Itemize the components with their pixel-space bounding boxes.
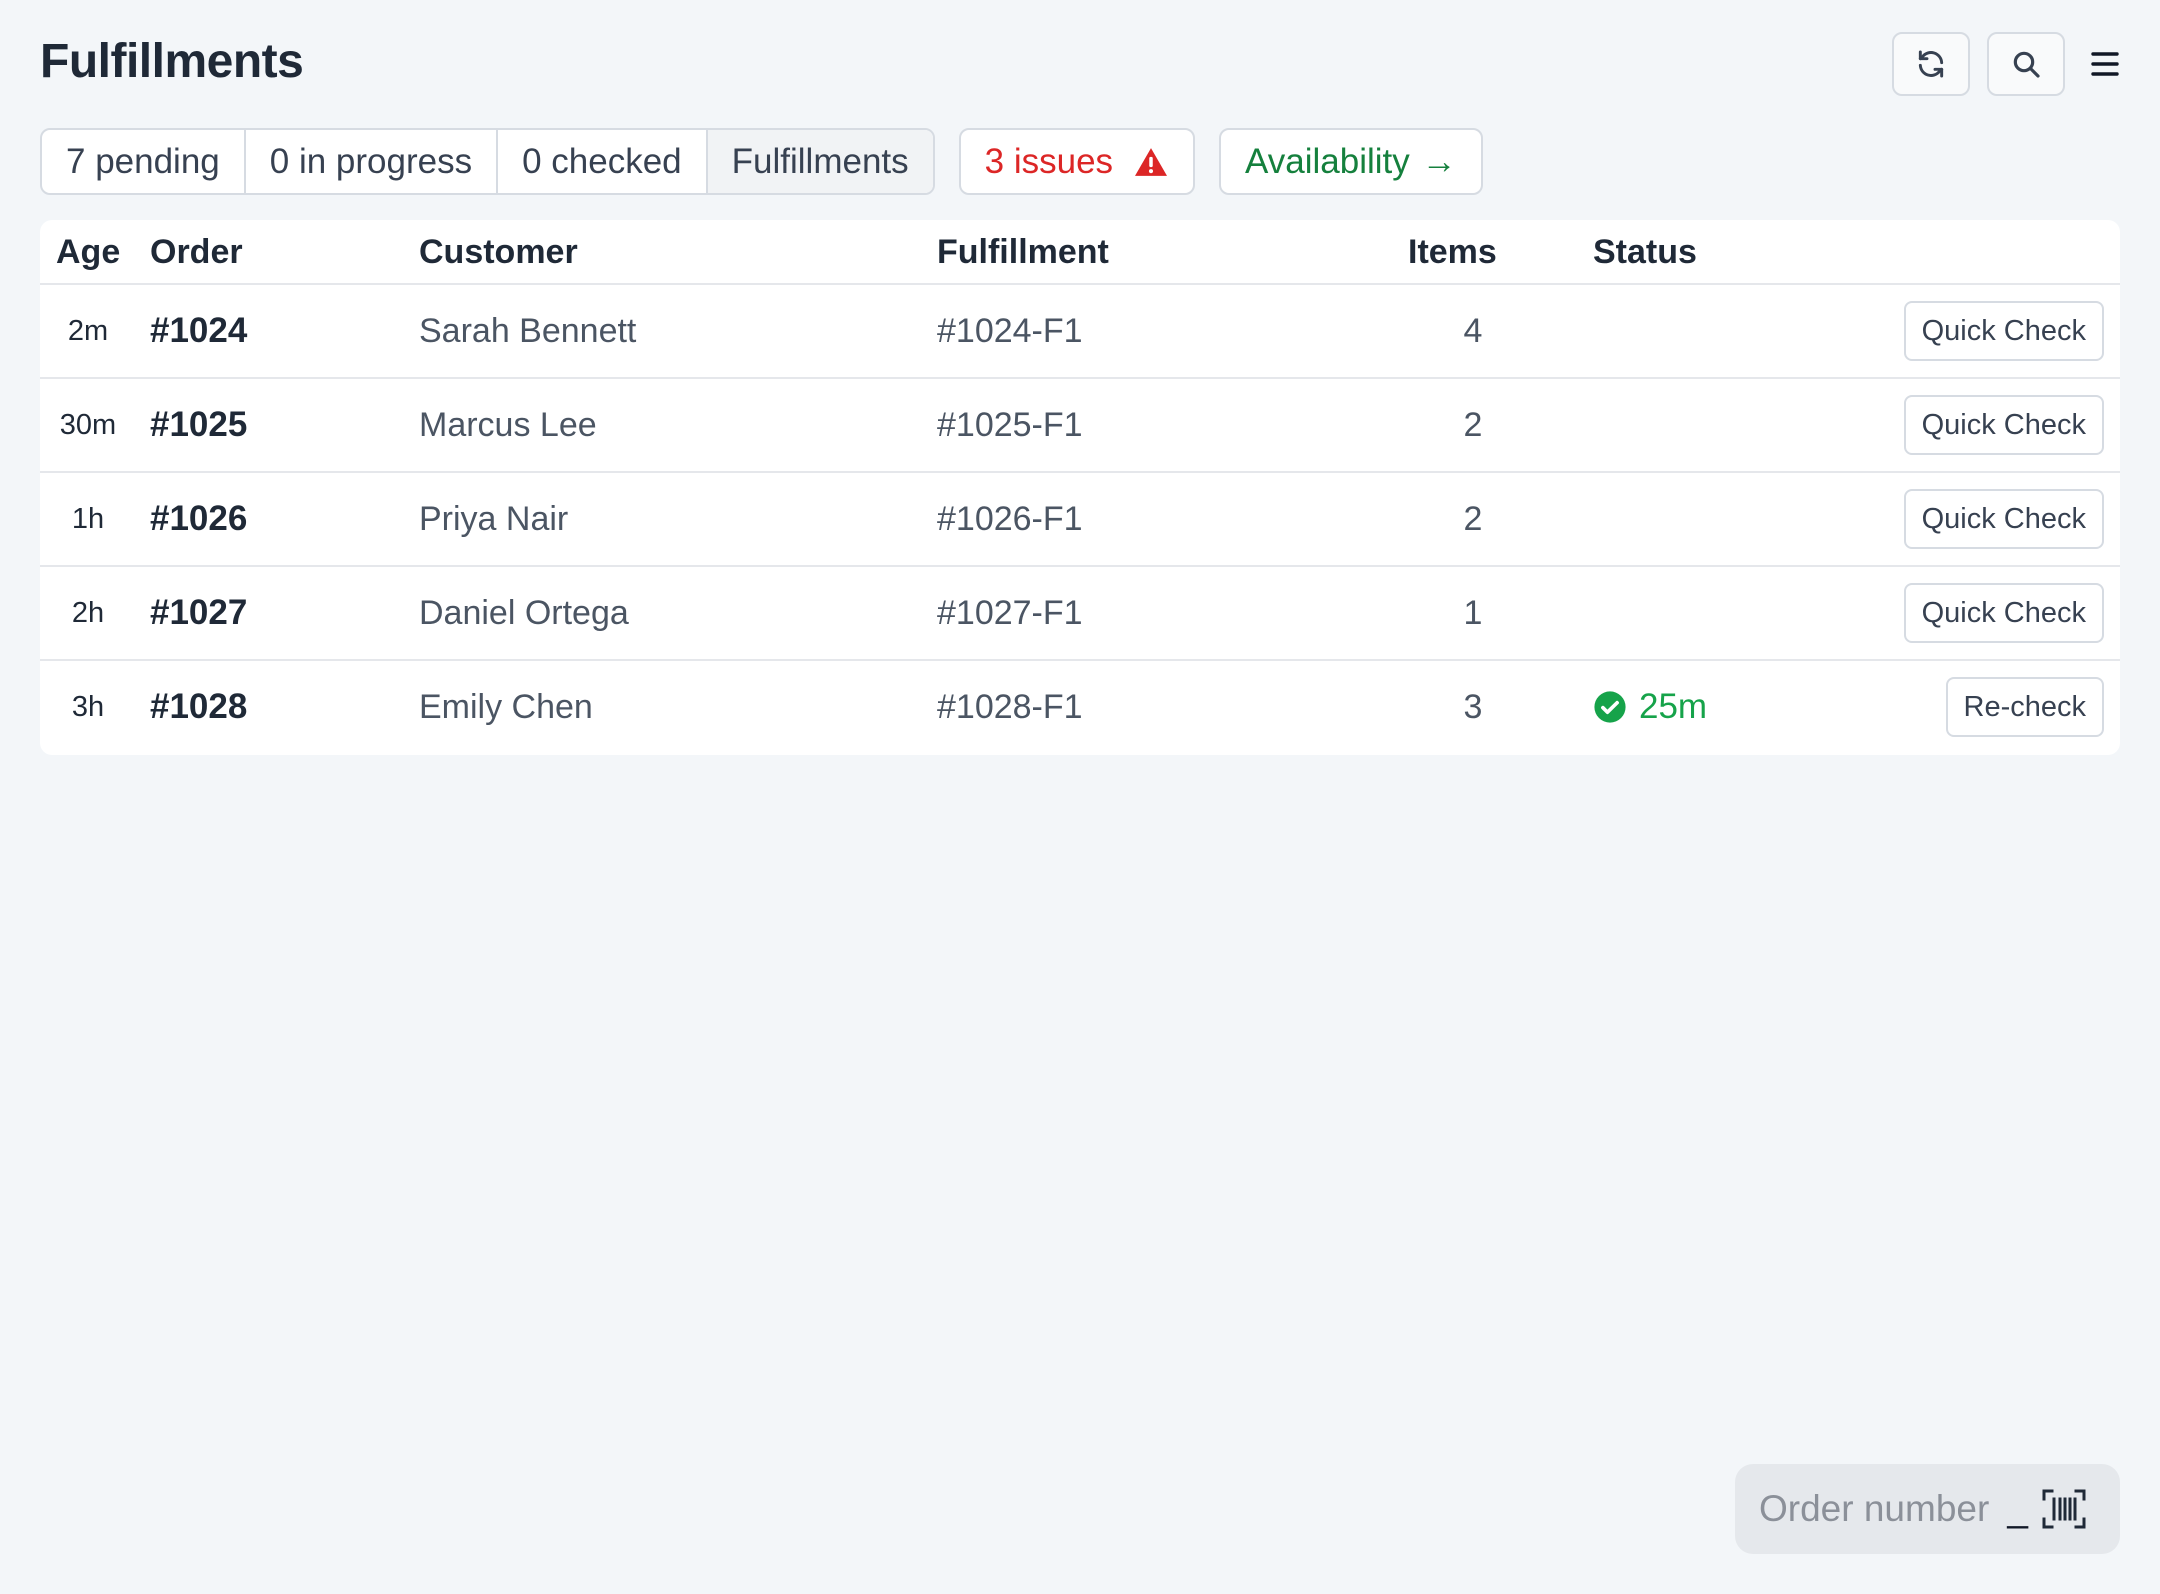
row-fulfillment: #1027-F1 <box>937 593 1083 632</box>
table-row[interactable]: 2h #1027 Daniel Ortega #1027-F1 1 Quick … <box>40 567 2120 661</box>
re-check-button[interactable]: Re-check <box>1945 677 2104 737</box>
segment-in-progress[interactable]: 0 in progress <box>246 130 499 193</box>
menu-button[interactable] <box>2082 32 2128 96</box>
table-header: Age Order Customer Fulfillment Items Sta… <box>40 220 2120 285</box>
column-status: Status <box>1593 233 1697 271</box>
refresh-button[interactable] <box>1892 32 1970 96</box>
availability-label: Availability <box>1245 141 1410 181</box>
table-row[interactable]: 2m #1024 Sarah Bennett #1024-F1 4 Quick … <box>40 285 2120 379</box>
row-action: Quick Check <box>1903 379 2104 471</box>
row-items: 1 <box>1463 593 1483 632</box>
row-action: Re-check <box>1945 661 2104 753</box>
row-age: 30m <box>59 408 117 441</box>
row-customer: Daniel Ortega <box>419 593 629 632</box>
page-title: Fulfillments <box>40 35 304 88</box>
row-age: 3h <box>71 690 105 723</box>
row-customer: Emily Chen <box>419 687 593 726</box>
arrow-right-icon: → <box>1421 141 1457 181</box>
row-age: 2h <box>71 596 105 629</box>
segment-checked[interactable]: 0 checked <box>498 130 708 193</box>
row-age: 1h <box>71 502 105 535</box>
row-items: 4 <box>1463 311 1483 350</box>
quick-check-button[interactable]: Quick Check <box>1903 301 2104 361</box>
row-fulfillment: #1025-F1 <box>937 405 1083 444</box>
column-customer: Customer <box>419 233 578 271</box>
order-number-scan-input[interactable]: Order number _ <box>1735 1464 2120 1554</box>
row-items: 2 <box>1463 405 1483 444</box>
row-age: 2m <box>67 314 109 347</box>
column-age: Age <box>56 233 121 271</box>
row-items: 2 <box>1463 499 1483 538</box>
quick-check-button[interactable]: Quick Check <box>1903 395 2104 455</box>
refresh-icon <box>1918 50 1944 78</box>
segment-fulfillments[interactable]: Fulfillments <box>707 130 933 193</box>
text-cursor: _ <box>2007 1488 2028 1529</box>
hamburger-menu-icon <box>2091 52 2119 76</box>
issues-label: 3 issues <box>984 141 1114 181</box>
check-circle-icon <box>1594 691 1626 723</box>
table-row[interactable]: 30m #1025 Marcus Lee #1025-F1 2 Quick Ch… <box>40 379 2120 473</box>
availability-link[interactable]: Availability → <box>1219 128 1483 195</box>
row-status: 25m <box>1593 661 1707 753</box>
row-order[interactable]: #1028 <box>150 661 247 753</box>
column-order: Order <box>150 233 243 271</box>
row-action: Quick Check <box>1903 567 2104 659</box>
row-action: Quick Check <box>1903 285 2104 377</box>
summary-bar: 7 pending 0 in progress 0 checked Fulfil… <box>40 128 1483 195</box>
table-row[interactable]: 1h #1026 Priya Nair #1026-F1 2 Quick Che… <box>40 473 2120 567</box>
top-actions <box>1892 32 2128 96</box>
warning-triangle-icon <box>1135 147 1168 176</box>
order-number-placeholder: Order number <box>1759 1488 1990 1529</box>
column-fulfillment: Fulfillment <box>937 233 1109 271</box>
column-items: Items <box>1408 233 1497 271</box>
search-icon <box>2013 51 2040 78</box>
row-order[interactable]: #1027 <box>150 567 247 659</box>
segment-pending[interactable]: 7 pending <box>42 130 246 193</box>
row-action: Quick Check <box>1903 473 2104 565</box>
fulfillments-page: Fulfillments 7 pending 0 in progress 0 c… <box>0 0 2160 1594</box>
row-customer: Sarah Bennett <box>419 311 637 350</box>
row-customer: Priya Nair <box>419 499 569 538</box>
row-customer: Marcus Lee <box>419 405 597 444</box>
status-segments: 7 pending 0 in progress 0 checked Fulfil… <box>40 128 935 195</box>
search-button[interactable] <box>1987 32 2065 96</box>
fulfillments-table: Age Order Customer Fulfillment Items Sta… <box>40 220 2120 755</box>
row-fulfillment: #1028-F1 <box>937 687 1083 726</box>
row-fulfillment: #1024-F1 <box>937 311 1083 350</box>
barcode-scan-icon[interactable] <box>2042 1489 2086 1529</box>
row-order[interactable]: #1026 <box>150 473 247 565</box>
row-items: 3 <box>1463 687 1483 726</box>
status-time: 25m <box>1639 687 1708 726</box>
row-order[interactable]: #1025 <box>150 379 247 471</box>
quick-check-button[interactable]: Quick Check <box>1903 583 2104 643</box>
row-fulfillment: #1026-F1 <box>937 499 1083 538</box>
quick-check-button[interactable]: Quick Check <box>1903 489 2104 549</box>
row-order[interactable]: #1024 <box>150 285 247 377</box>
table-row[interactable]: 3h #1028 Emily Chen #1028-F1 3 25m Re-ch… <box>40 661 2120 755</box>
issues-button[interactable]: 3 issues <box>958 128 1196 195</box>
